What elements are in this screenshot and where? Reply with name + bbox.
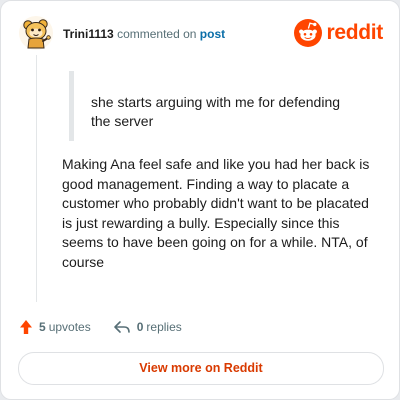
thread-line — [36, 55, 37, 302]
quote-text: she starts arguing with me for defending… — [91, 94, 341, 129]
reddit-logo-icon — [294, 19, 323, 47]
reddit-brand[interactable]: reddit — [294, 19, 383, 47]
upvote-count: 5 — [39, 320, 46, 334]
view-more-button[interactable]: View more on Reddit — [18, 352, 384, 385]
comment-attribution: Trini1113 commented on post — [63, 26, 225, 42]
quoted-text-block: she starts arguing with me for defending… — [69, 71, 369, 141]
reply-stat[interactable]: 0 replies — [113, 319, 182, 335]
reply-count: 0 — [136, 320, 144, 334]
quote-bar — [69, 71, 74, 141]
reddit-wordmark: reddit — [326, 21, 383, 44]
snoo-avatar-icon — [23, 19, 51, 49]
upvote-label: upvotes — [48, 320, 91, 334]
username-link[interactable]: Trini1113 — [63, 27, 114, 41]
post-link[interactable]: post — [200, 27, 225, 41]
upvote-stat[interactable]: 5 upvotes — [19, 319, 91, 335]
user-avatar[interactable] — [19, 16, 53, 50]
reply-label: replies — [146, 320, 182, 334]
reply-arrow-icon — [113, 321, 130, 333]
comment-header: Trini1113 commented on post reddit — [15, 15, 385, 53]
embedded-comment-card: Trini1113 commented on post reddit she s… — [0, 0, 400, 400]
action-text: commented on — [117, 27, 197, 41]
upvote-arrow-icon — [20, 320, 32, 334]
comment-stats: 5 upvotes 0 replies — [19, 317, 182, 337]
comment-body: Making Ana feel safe and like you had he… — [62, 156, 370, 270]
